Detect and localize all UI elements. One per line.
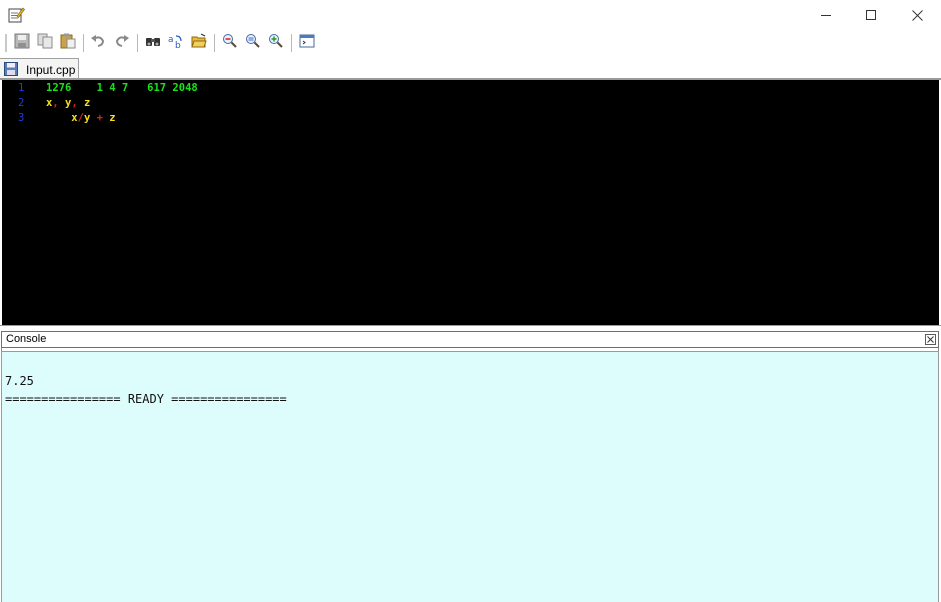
close-button[interactable] <box>894 0 940 30</box>
svg-text:a: a <box>168 35 174 45</box>
tab-label: Input.cpp <box>26 63 76 77</box>
code-token: x <box>46 112 78 124</box>
close-icon <box>927 336 934 343</box>
tab-input-cpp[interactable]: Input.cpp <box>0 58 79 79</box>
undo-button[interactable] <box>88 33 108 53</box>
svg-text:b: b <box>175 41 181 49</box>
zoom-in-icon <box>268 33 284 54</box>
toolbar-separator <box>137 34 138 52</box>
open-folder-button[interactable] <box>189 32 209 54</box>
tab-bar: Input.cpp <box>0 56 941 79</box>
zoom-out-button[interactable] <box>220 33 240 53</box>
line-number: 3 <box>18 112 25 124</box>
code-editor[interactable]: 1 1276 1 4 7 617 2048 2 x, y, z 3 x/y + z <box>2 80 939 325</box>
console-close-button[interactable] <box>925 334 936 345</box>
code-token: z <box>77 97 91 109</box>
zoom-reset-button[interactable] <box>243 33 263 53</box>
code-text: x/y + z <box>46 112 116 124</box>
toolbar-grip[interactable] <box>5 34 7 52</box>
console-line: 7.25 <box>5 374 34 388</box>
code-line[interactable]: 3 x/y + z <box>2 112 939 127</box>
title-bar <box>0 0 941 30</box>
code-text: 1276 1 4 7 617 2048 <box>46 82 198 94</box>
line-number: 1 <box>18 82 25 94</box>
code-line[interactable]: 1 1276 1 4 7 617 2048 <box>2 82 939 97</box>
toolbar-separator <box>83 34 84 52</box>
toolbar-separator <box>291 34 292 52</box>
console-window-icon <box>299 33 315 54</box>
maximize-button[interactable] <box>848 0 894 30</box>
console-output[interactable]: 7.25 ================ READY =============… <box>1 351 939 602</box>
undo-icon <box>90 33 106 54</box>
console-header: Console <box>1 331 939 348</box>
find-icon <box>145 33 161 54</box>
console-title: Console <box>6 333 47 345</box>
code-text: x, y, z <box>46 97 90 109</box>
line-number: 2 <box>18 97 25 109</box>
copy-button[interactable] <box>35 33 55 53</box>
redo-icon <box>114 33 130 54</box>
paste-button[interactable] <box>58 33 78 53</box>
console-window-button[interactable] <box>297 33 317 53</box>
close-icon <box>911 9 923 21</box>
find-button[interactable] <box>143 33 163 53</box>
code-token: 1276 1 4 7 617 2048 <box>46 82 198 94</box>
save-icon <box>14 33 30 54</box>
zoom-reset-icon <box>245 33 261 54</box>
code-token: y <box>58 97 72 109</box>
open-folder-icon <box>191 32 207 54</box>
replace-button[interactable]: ab <box>166 33 186 53</box>
code-token: z <box>102 112 116 124</box>
copy-icon <box>37 33 53 54</box>
save-button[interactable] <box>12 33 32 53</box>
zoom-out-icon <box>222 33 238 54</box>
redo-button[interactable] <box>112 33 132 53</box>
minimize-icon <box>821 10 831 20</box>
toolbar: ab <box>0 30 941 56</box>
maximize-icon <box>866 10 876 20</box>
paste-icon <box>60 33 76 54</box>
toolbar-separator <box>214 34 215 52</box>
notepad-pencil-icon <box>8 6 25 23</box>
code-line[interactable]: 2 x, y, z <box>2 97 939 112</box>
zoom-in-button[interactable] <box>266 33 286 53</box>
code-token: y <box>83 112 97 124</box>
minimize-button[interactable] <box>803 0 849 30</box>
console-line: ================ READY ================ <box>5 392 287 406</box>
replace-icon: ab <box>168 33 184 54</box>
